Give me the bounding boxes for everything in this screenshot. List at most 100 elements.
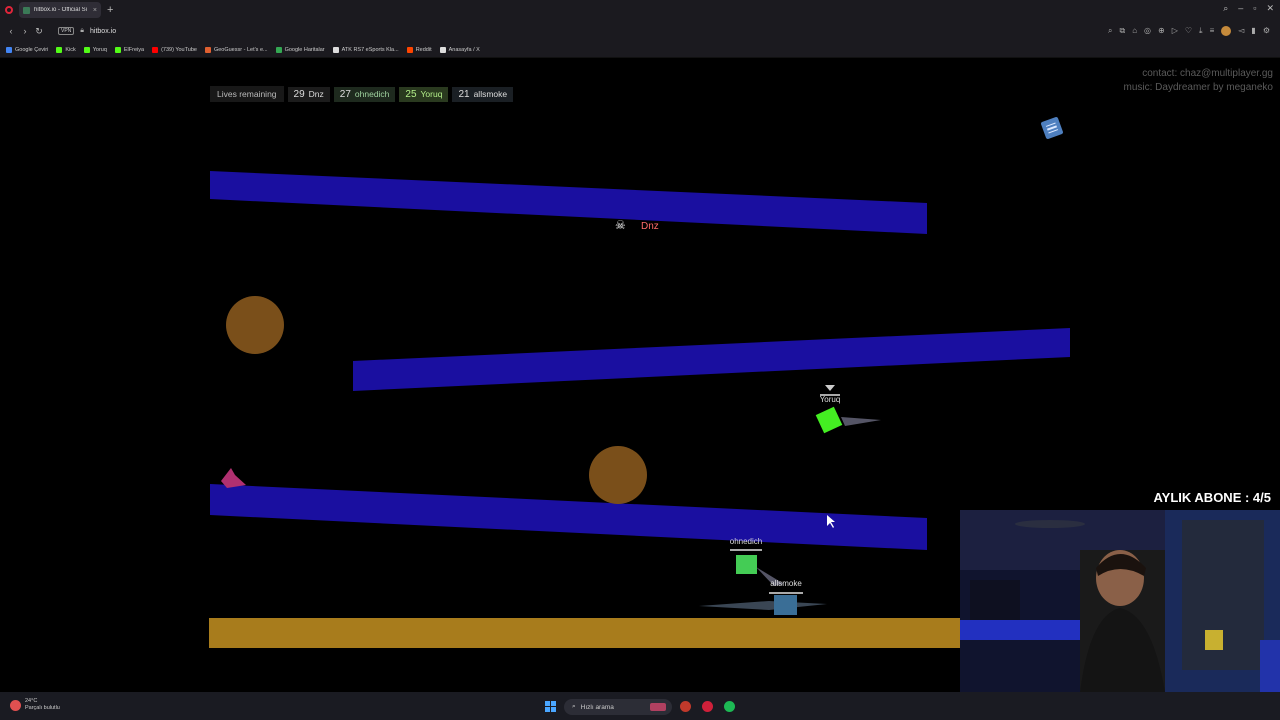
- bookmark-favicon-icon: [83, 46, 90, 53]
- bookmark-label: (739) YouTube: [161, 46, 197, 53]
- bookmark-favicon-icon: [332, 46, 339, 53]
- bookmark-favicon-icon: [114, 46, 121, 53]
- new-tab-button[interactable]: +: [107, 4, 113, 16]
- bookmark-label: Kick: [65, 46, 76, 53]
- ad-block-icon[interactable]: ◎: [1144, 26, 1151, 36]
- bookmark-item[interactable]: Yoruq: [83, 46, 107, 53]
- zoom-icon[interactable]: ⌕: [1108, 26, 1112, 36]
- lock-icon[interactable]: 🔒︎: [80, 27, 84, 35]
- minimize-icon[interactable]: –: [1238, 3, 1243, 14]
- yoruq-player: [815, 406, 843, 434]
- subscriber-counter: AYLIK ABONE : 4/5: [1153, 490, 1271, 505]
- bookmark-item[interactable]: ATK RS7 eSports Kla...: [332, 46, 399, 53]
- maximize-icon[interactable]: ▫: [1253, 3, 1256, 14]
- bookmark-label: Google Çeviri: [15, 46, 49, 53]
- sidebar-icon[interactable]: ▮: [1251, 26, 1255, 36]
- lives-chip: 25 Yoruq: [399, 86, 449, 102]
- lives-player-name: Yoruq: [420, 88, 443, 99]
- bookmark-item[interactable]: GeoGuessr - Let's e...: [204, 46, 268, 53]
- lives-chip: 29 Dnz: [287, 86, 330, 102]
- allsmoke-health-bar: [769, 592, 803, 594]
- page-content: contact: chaz@multiplayer.gg music: Dayd…: [0, 58, 1280, 692]
- dead-player-name: Dnz: [641, 221, 659, 232]
- credits-contact: contact: chaz@multiplayer.gg: [1142, 68, 1273, 79]
- bookmark-item[interactable]: Google Haritalar: [275, 46, 325, 53]
- browser-tab-bar: hitbox.io - Official Si × + ⌕ – ▫ ✕: [0, 0, 1280, 20]
- bookmark-item[interactable]: ElFreiya: [114, 46, 145, 53]
- tab-hitbox[interactable]: hitbox.io - Official Si ×: [19, 2, 101, 18]
- player-icon[interactable]: ▷: [1172, 26, 1178, 36]
- taskbar: 24°C Parçalı bulutlu ⌕ Hızlı arama: [0, 692, 1280, 720]
- opera-gx-taskbar-icon[interactable]: [702, 701, 713, 712]
- credits-music: music: Daydreamer by meganeko: [1123, 82, 1273, 93]
- lives-player-name: allsmoke: [473, 88, 508, 99]
- webcam-image: [960, 510, 1280, 692]
- screenshot-icon[interactable]: ⧉: [1119, 26, 1125, 36]
- spotify-icon[interactable]: [724, 701, 735, 712]
- bookmarks-bar: Google Çeviri Kick Yoruq ElFreiya (739) YouT…: [0, 42, 1280, 58]
- bookmark-item[interactable]: Anasayfa / X: [439, 46, 480, 53]
- menu-icon[interactable]: ≡: [1210, 26, 1215, 36]
- lives-label: Lives remaining: [210, 86, 284, 102]
- bookmark-item[interactable]: Kick: [56, 46, 76, 53]
- taskbar-search[interactable]: ⌕ Hızlı arama: [564, 699, 672, 715]
- ball-left: [226, 296, 284, 354]
- ohnedich-name-label: ohnedich: [729, 537, 763, 546]
- extension-icons: ⌕ ⧉ ⌂ ◎ ⊕ ▷ ♡ ⤓ ≡ ◅ ▮ ⚙: [1108, 26, 1270, 36]
- extension-icon[interactable]: ⌂: [1132, 26, 1137, 36]
- bookmark-label: Anasayfa / X: [448, 46, 480, 53]
- ohnedich-player: [736, 555, 757, 574]
- spike-hazard: [221, 468, 246, 488]
- profile-avatar[interactable]: [1221, 26, 1232, 36]
- yoruq-marker-icon: [825, 385, 835, 391]
- bookmark-item[interactable]: Google Çeviri: [6, 46, 49, 53]
- reload-icon[interactable]: ↻: [32, 26, 46, 37]
- lives-player-name: ohnedich: [354, 88, 390, 99]
- download-icon[interactable]: ⤓: [1199, 26, 1203, 36]
- lives-count: 25: [405, 88, 417, 100]
- bookmark-item[interactable]: (739) YouTube: [152, 46, 197, 53]
- opera-logo-icon[interactable]: [5, 6, 13, 14]
- allsmoke-trail: [699, 601, 827, 610]
- weather-widget[interactable]: 24°C Parçalı bulutlu: [10, 698, 60, 712]
- bookmark-label: ElFreiya: [123, 46, 145, 53]
- game-canvas[interactable]: ☠ Dnz Yoruq ohnedich allsmoke: [209, 108, 1072, 648]
- url-field[interactable]: hitbox.io: [90, 28, 116, 35]
- yoruq-name-label: Yoruq: [819, 395, 841, 404]
- close-window-icon[interactable]: ✕: [1266, 3, 1274, 14]
- back-icon[interactable]: ‹: [4, 26, 18, 36]
- search-placeholder: Hızlı arama: [580, 703, 614, 711]
- lives-count: 21: [458, 88, 470, 100]
- vpn-badge[interactable]: VPN: [58, 27, 75, 35]
- app-icon-1[interactable]: [680, 701, 691, 712]
- lives-count: 29: [293, 88, 305, 100]
- floor: [209, 618, 1072, 648]
- flow-icon[interactable]: ⊕: [1158, 26, 1165, 36]
- settings-icon[interactable]: ⚙: [1263, 26, 1270, 36]
- lives-chip: 27 ohnedich: [333, 86, 396, 102]
- bookmark-item[interactable]: Reddit: [406, 46, 432, 53]
- ohnedich-health-bar: [730, 549, 762, 551]
- bookmark-favicon-icon: [439, 46, 446, 53]
- lives-count: 27: [339, 88, 351, 100]
- platform-top: [210, 171, 927, 234]
- game-scene: [209, 171, 1072, 648]
- forward-icon[interactable]: ›: [18, 26, 32, 36]
- bookmark-label: Google Haritalar: [284, 46, 325, 53]
- bookmark-label: Reddit: [415, 46, 432, 53]
- sound-icon[interactable]: ◅: [1238, 26, 1244, 36]
- tab-title: hitbox.io - Official Si: [34, 7, 87, 13]
- lives-player-name: Dnz: [308, 88, 324, 99]
- search-tabs-icon[interactable]: ⌕: [1223, 3, 1228, 14]
- windows-start-icon[interactable]: [545, 701, 556, 712]
- yoruq-trail: [841, 417, 881, 426]
- weather-temp: 24°C: [25, 698, 38, 704]
- search-icon: ⌕: [572, 703, 576, 710]
- bookmark-favicon-icon: [204, 46, 211, 53]
- close-tab-icon[interactable]: ×: [93, 7, 97, 14]
- favorite-icon[interactable]: ♡: [1185, 26, 1192, 36]
- bookmark-favicon-icon: [6, 46, 12, 53]
- allsmoke-name-label: allsmoke: [770, 579, 802, 588]
- bookmark-favicon-icon: [152, 46, 159, 53]
- ball-center: [589, 446, 647, 504]
